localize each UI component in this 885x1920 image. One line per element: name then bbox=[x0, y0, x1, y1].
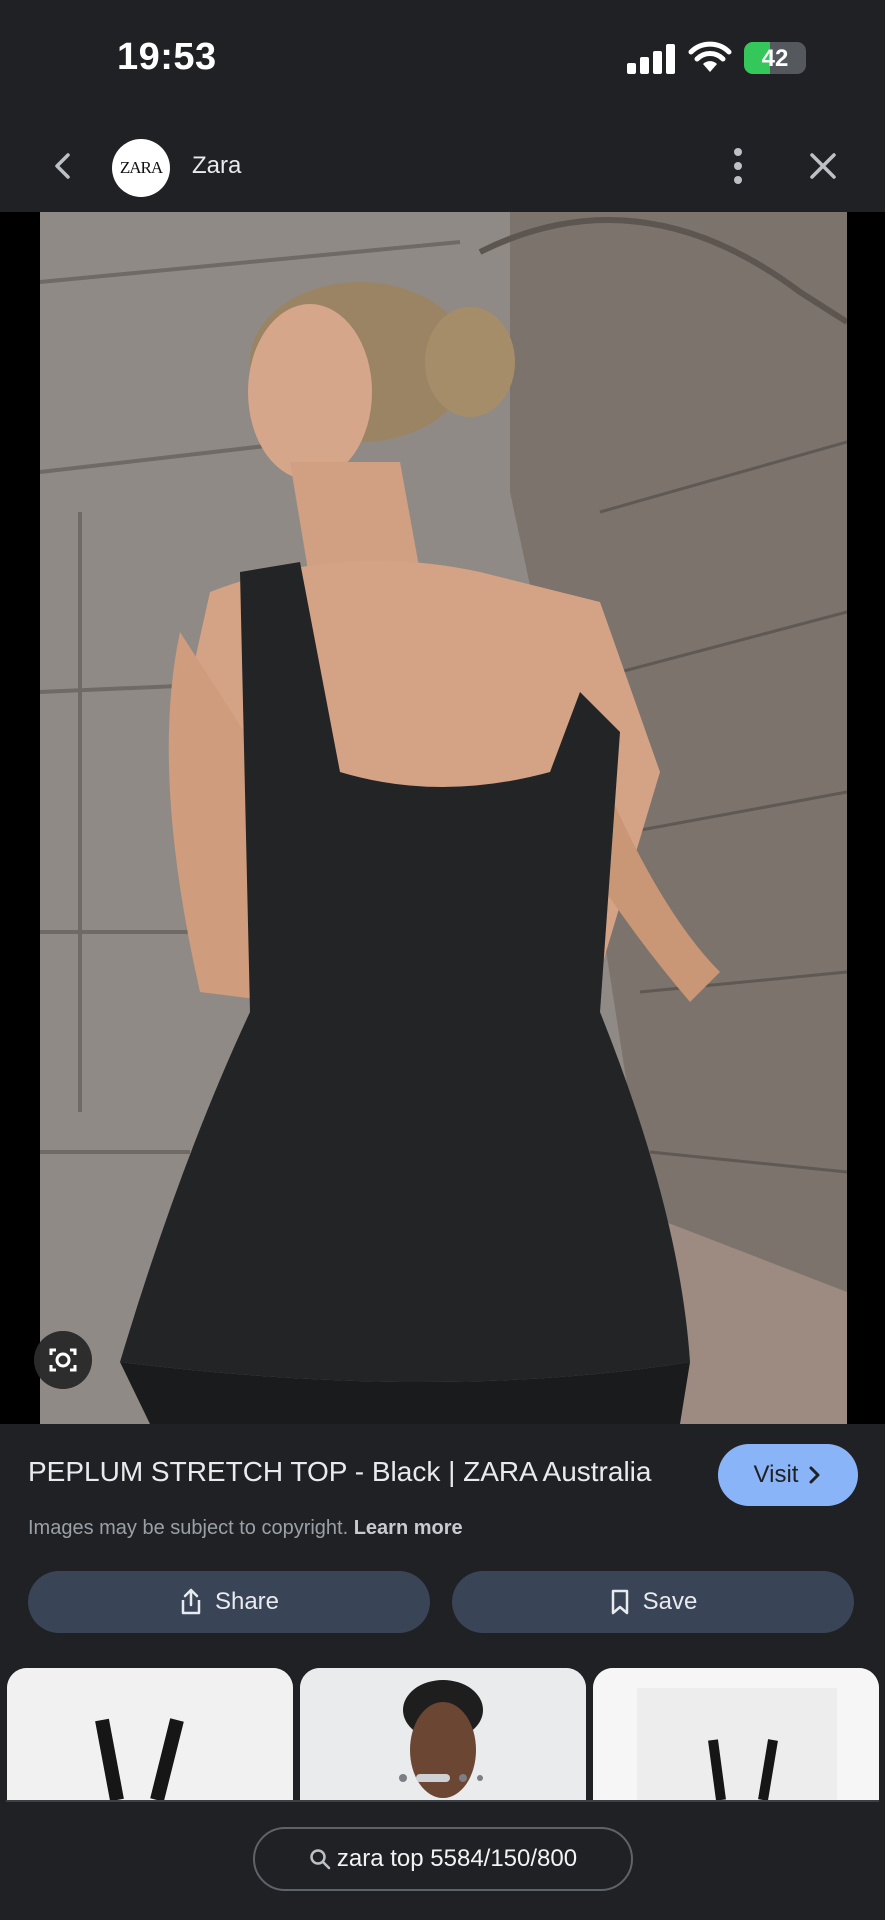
learn-more-link[interactable]: Learn more bbox=[354, 1517, 463, 1539]
battery-level: 42 bbox=[761, 45, 789, 72]
share-label: Share bbox=[214, 1588, 280, 1615]
battery-icon: 42 bbox=[744, 42, 806, 74]
product-photo-illustration bbox=[40, 212, 847, 1424]
chevron-right-icon bbox=[809, 1466, 820, 1484]
status-time: 19:53 bbox=[117, 36, 217, 78]
divider bbox=[6, 1800, 879, 1802]
more-vert-icon[interactable] bbox=[724, 146, 754, 186]
back-icon[interactable] bbox=[44, 146, 84, 186]
search-query: zara top 5584/150/800 bbox=[336, 1845, 578, 1872]
search-query-pill[interactable]: zara top 5584/150/800 bbox=[253, 1827, 633, 1891]
copyright-text: Images may be subject to copyright. bbox=[28, 1517, 349, 1539]
close-icon[interactable] bbox=[804, 147, 842, 185]
lens-icon[interactable] bbox=[34, 1331, 92, 1389]
image-viewer bbox=[0, 212, 885, 1424]
site-name[interactable]: Zara bbox=[192, 152, 241, 180]
carousel-dot bbox=[477, 1775, 483, 1781]
copyright-notice: Images may be subject to copyright. Lear… bbox=[28, 1517, 463, 1540]
bookmark-icon bbox=[611, 1589, 628, 1615]
save-button[interactable]: Save bbox=[452, 1571, 854, 1633]
share-button[interactable]: Share bbox=[28, 1571, 430, 1633]
carousel-dot bbox=[399, 1774, 407, 1782]
save-label: Save bbox=[642, 1588, 698, 1615]
bottom-bar: zara top 5584/150/800 bbox=[0, 1800, 885, 1920]
signal-icon bbox=[627, 44, 675, 74]
visit-button[interactable]: Visit bbox=[718, 1444, 858, 1506]
product-photo[interactable] bbox=[40, 212, 847, 1424]
wifi-icon bbox=[688, 41, 732, 72]
share-icon bbox=[181, 1588, 201, 1615]
result-title[interactable]: PEPLUM STRETCH TOP - Black | ZARA Austra… bbox=[28, 1456, 651, 1488]
carousel-indicator bbox=[0, 1770, 885, 1784]
search-icon bbox=[310, 1849, 331, 1870]
carousel-dot-active bbox=[416, 1774, 450, 1782]
viewer-header: ZARA Zara bbox=[0, 120, 885, 212]
visit-label: Visit bbox=[753, 1461, 799, 1488]
status-bar: 19:53 42 bbox=[0, 0, 885, 120]
site-logo[interactable]: ZARA bbox=[112, 139, 170, 197]
carousel-dot bbox=[459, 1774, 467, 1782]
